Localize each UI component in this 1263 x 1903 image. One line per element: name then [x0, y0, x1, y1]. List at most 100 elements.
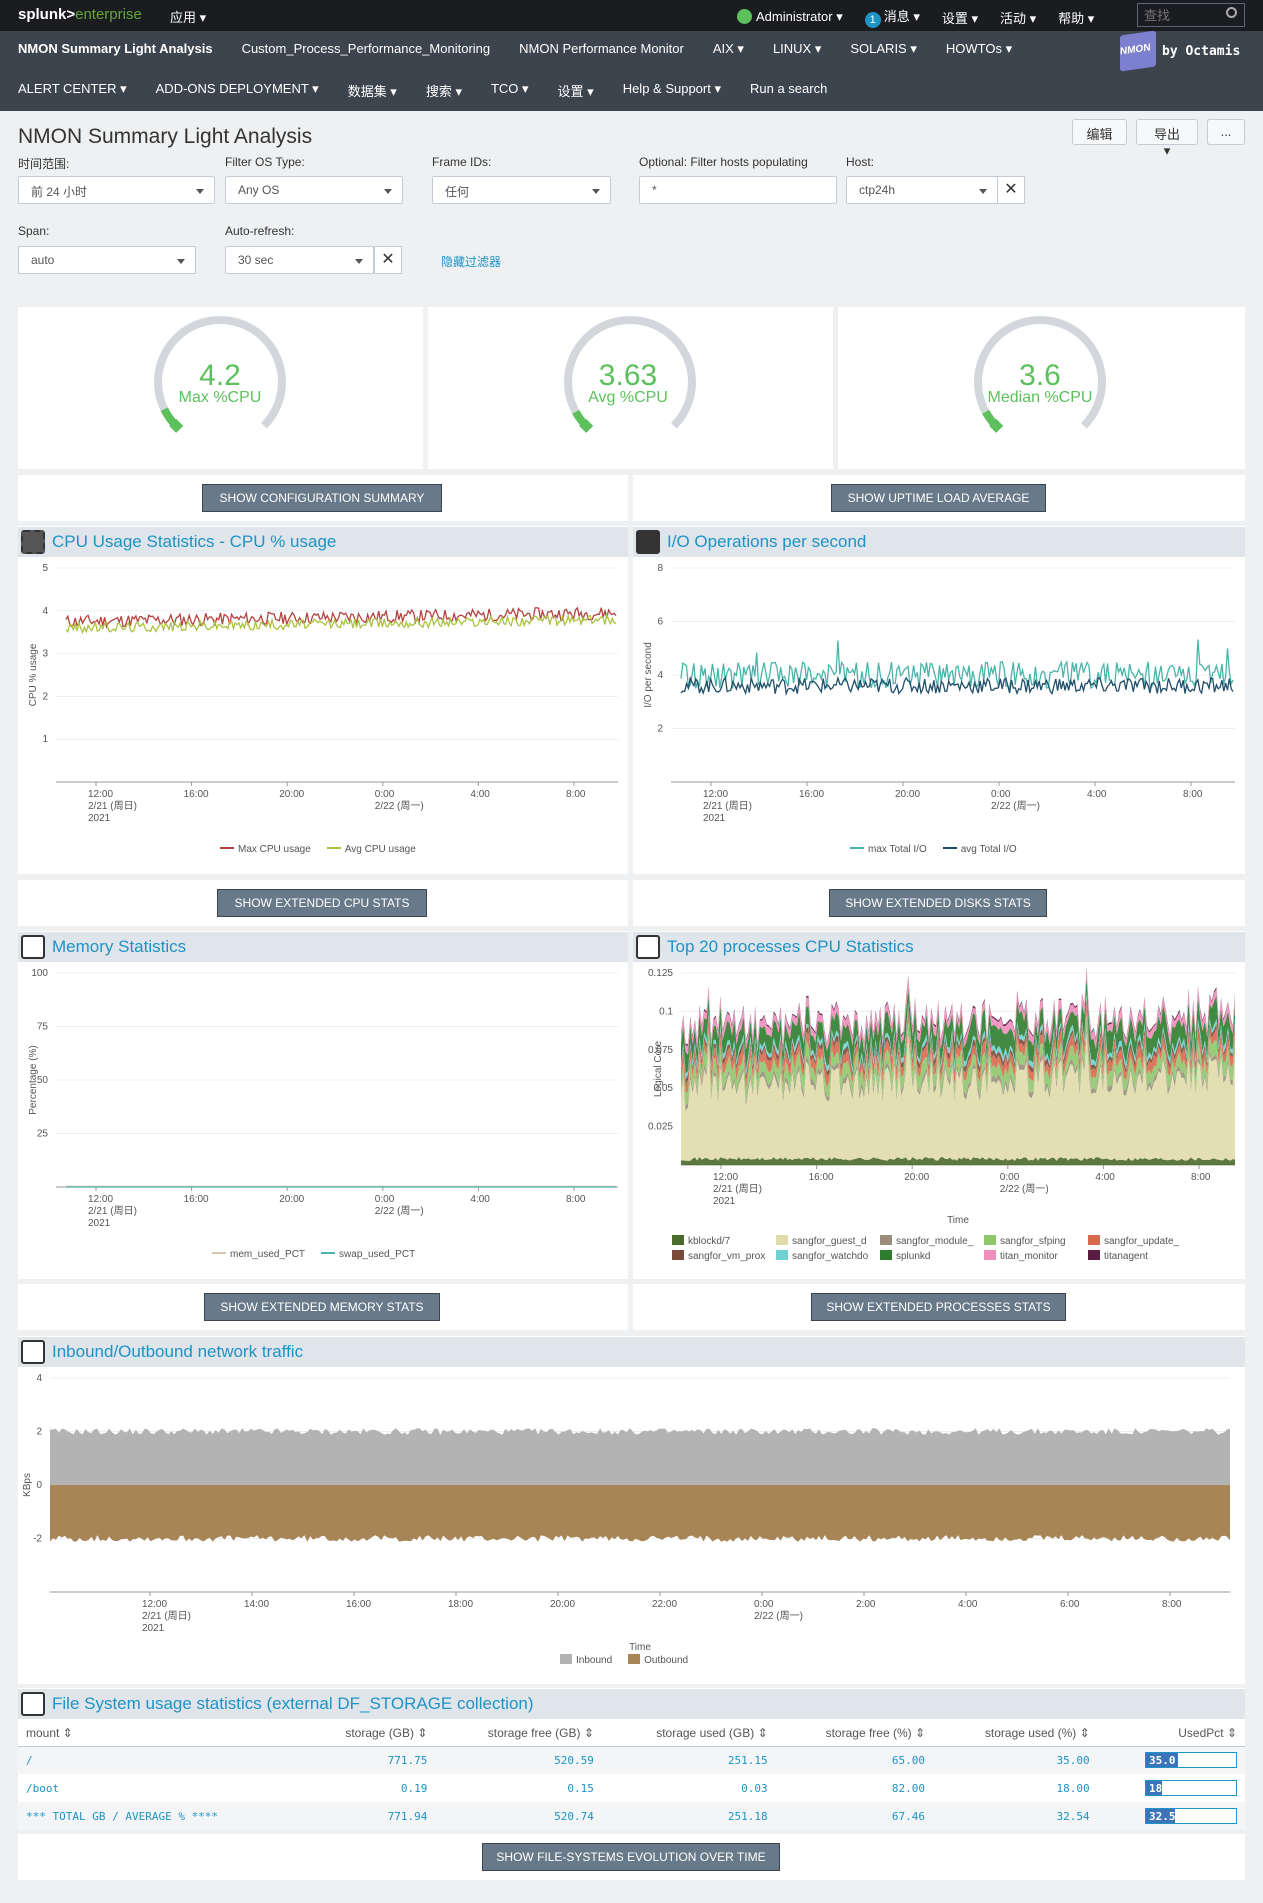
column-header[interactable]: storage (GB) ⇕ — [301, 1720, 436, 1747]
show-extended-processes-button[interactable]: SHOW EXTENDED PROCESSES STATS — [811, 1293, 1066, 1321]
nav-item[interactable]: Help & Support ▾ — [623, 81, 721, 100]
legend-label: Outbound — [644, 1655, 689, 1666]
used-pct-bar: 18.0 — [1145, 1780, 1237, 1796]
column-header[interactable]: mount ⇕ — [18, 1720, 302, 1747]
nav-item[interactable]: HOWTOs ▾ — [946, 41, 1012, 57]
show-uptime-load-button[interactable]: SHOW UPTIME LOAD AVERAGE — [831, 484, 1046, 512]
legend-item-mem-used[interactable]: mem_used_PCT — [212, 1249, 305, 1260]
legend-item[interactable]: splunkd — [880, 1250, 984, 1262]
legend-item[interactable]: sangfor_guest_d — [776, 1235, 880, 1247]
logo-sub: enterprise — [75, 6, 142, 23]
auto-refresh-clear-button[interactable]: ✕ — [374, 246, 402, 274]
time-range-select[interactable]: 前 24 小时 — [18, 176, 215, 204]
nav-item[interactable]: NMON Summary Light Analysis — [18, 41, 213, 57]
table-row[interactable]: *** TOTAL GB / AVERAGE % **** 771.94 520.7… — [18, 1802, 1245, 1830]
legend-item[interactable]: titan_monitor — [984, 1250, 1088, 1262]
host-select[interactable]: ctp24h — [846, 176, 998, 204]
show-extended-disks-button[interactable]: SHOW EXTENDED DISKS STATS — [829, 889, 1047, 917]
legend-swatch — [672, 1235, 684, 1245]
export-button[interactable]: 导出 ▾ — [1136, 119, 1198, 158]
span-select[interactable]: auto — [18, 246, 196, 274]
gauge-avg-label: Avg %CPU — [588, 389, 668, 406]
x-tick-label: 12:00 — [88, 1194, 113, 1205]
legend-item-outbound[interactable]: Outbound — [628, 1654, 688, 1666]
table-row[interactable]: /boot 0.19 0.15 0.03 82.00 18.00 18.0 — [18, 1774, 1245, 1802]
nav-item[interactable]: Run a search — [750, 81, 827, 100]
cpu-chip-icon — [21, 530, 45, 554]
filesystem-panel-header: File System usage statistics (external D… — [18, 1689, 1245, 1719]
nmon-cube-logo: NMON — [1120, 30, 1156, 72]
legend-item-avg-cpu[interactable]: Avg CPU usage — [326, 844, 416, 855]
search-icon[interactable] — [1226, 7, 1237, 18]
table-row[interactable]: /771.75 520.59 251.15 65.00 35.00 35.0 — [18, 1746, 1245, 1774]
nav-item[interactable]: LINUX ▾ — [773, 41, 821, 57]
nav-item[interactable]: 设置 ▾ — [558, 81, 594, 100]
nav-item[interactable]: ALERT CENTER ▾ — [18, 81, 127, 100]
edit-button[interactable]: 编辑 — [1072, 119, 1127, 145]
nav-item[interactable]: Custom_Process_Performance_Monitoring — [242, 41, 491, 57]
brand-by-label: by Octamis — [1162, 44, 1241, 59]
logo-main: splunk> — [18, 6, 76, 23]
x-tick-label: 2/21 (周日) — [88, 800, 137, 812]
gauge-panel-max: 4.2 Max %CPU — [18, 307, 423, 469]
show-config-summary-button[interactable]: SHOW CONFIGURATION SUMMARY — [202, 484, 442, 512]
legend-label: sangfor_watchdo — [792, 1251, 869, 1262]
column-header[interactable]: storage free (GB) ⇕ — [435, 1720, 602, 1747]
nav-item[interactable]: NMON Performance Monitor — [519, 41, 684, 57]
legend-label: sangfor_guest_d — [792, 1236, 867, 1247]
gauge-max-readout: 4.2 Max %CPU — [120, 359, 320, 407]
nav-row-1: NMON Summary Light Analysis Custom_Proces… — [18, 41, 1041, 57]
legend-item[interactable]: sangfor_watchdo — [776, 1250, 880, 1262]
show-fs-evolution-button[interactable]: SHOW FILE-SYSTEMS EVOLUTION OVER TIME — [482, 1843, 780, 1871]
show-extended-memory-button[interactable]: SHOW EXTENDED MEMORY STATS — [204, 1293, 440, 1321]
nav-item[interactable]: 数据集 ▾ — [348, 81, 397, 100]
legend-item-avg-io[interactable]: avg Total I/O — [942, 844, 1017, 855]
host-filter-input[interactable]: * — [639, 176, 837, 204]
host-label: Host: — [846, 155, 875, 169]
legend-item[interactable]: titanagent — [1088, 1250, 1208, 1262]
nav-item[interactable]: SOLARIS ▾ — [850, 41, 917, 57]
help-menu[interactable]: 帮助 ▾ — [1058, 8, 1094, 27]
legend-item-inbound[interactable]: Inbound — [560, 1654, 612, 1666]
legend-item[interactable]: sangfor_update_ — [1088, 1235, 1208, 1247]
y-tick-label: 2 — [42, 691, 48, 702]
x-tick-label: 20:00 — [904, 1172, 929, 1183]
nav-item[interactable]: ADD-ONS DEPLOYMENT ▾ — [156, 81, 319, 100]
host-clear-button[interactable]: ✕ — [997, 176, 1025, 204]
memory-chart-legend: mem_used_PCT swap_used_PCT — [212, 1249, 415, 1260]
messages-menu[interactable]: 1 消息 ▾ — [864, 6, 920, 28]
hide-filters-link[interactable]: 隐藏过滤器 — [441, 253, 501, 270]
activity-menu[interactable]: 活动 ▾ — [1000, 8, 1036, 27]
user-menu[interactable]: Administrator ▾ — [737, 9, 843, 25]
os-type-select[interactable]: Any OS — [225, 176, 403, 204]
x-tick-label: 0:00 — [754, 1599, 774, 1610]
column-header[interactable]: storage used (%) ⇕ — [933, 1720, 1098, 1747]
legend-item[interactable]: sangfor_sfping — [984, 1235, 1088, 1247]
legend-item[interactable]: sangfor_module_ — [880, 1235, 984, 1247]
more-button[interactable]: ... — [1207, 119, 1245, 145]
x-tick-label: 16:00 — [799, 789, 824, 800]
x-tick-label: 2021 — [142, 1623, 165, 1634]
legend-item-swap-used[interactable]: swap_used_PCT — [321, 1249, 415, 1260]
apps-menu[interactable]: 应用 ▾ — [170, 7, 206, 26]
column-header[interactable]: UsedPct ⇕ — [1097, 1720, 1245, 1747]
column-header[interactable]: storage used (GB) ⇕ — [601, 1720, 776, 1747]
nav-item[interactable]: 搜索 ▾ — [426, 81, 462, 100]
nav-item[interactable]: AIX ▾ — [713, 41, 744, 57]
network-icon — [21, 1340, 45, 1364]
splunk-logo[interactable]: splunk>enterprise — [18, 6, 142, 23]
y-axis-label: I/O per second — [643, 642, 654, 708]
legend-swatch — [984, 1250, 996, 1260]
frame-ids-select[interactable]: 任何 — [432, 176, 611, 204]
table-cell-used_pct: 35.00 — [933, 1746, 1098, 1774]
auto-refresh-select[interactable]: 30 sec — [225, 246, 374, 274]
nav-item[interactable]: TCO ▾ — [491, 81, 529, 100]
legend-item[interactable]: sangfor_vm_prox — [672, 1250, 776, 1262]
cpu-chart-legend: Max CPU usage Avg CPU usage — [220, 844, 416, 855]
column-header[interactable]: storage free (%) ⇕ — [775, 1720, 934, 1747]
show-extended-cpu-button[interactable]: SHOW EXTENDED CPU STATS — [217, 889, 427, 917]
settings-menu[interactable]: 设置 ▾ — [942, 8, 978, 27]
legend-item[interactable]: kblockd/7 — [672, 1235, 776, 1247]
legend-item-max-cpu[interactable]: Max CPU usage — [220, 844, 311, 855]
legend-item-max-io[interactable]: max Total I/O — [850, 844, 927, 855]
